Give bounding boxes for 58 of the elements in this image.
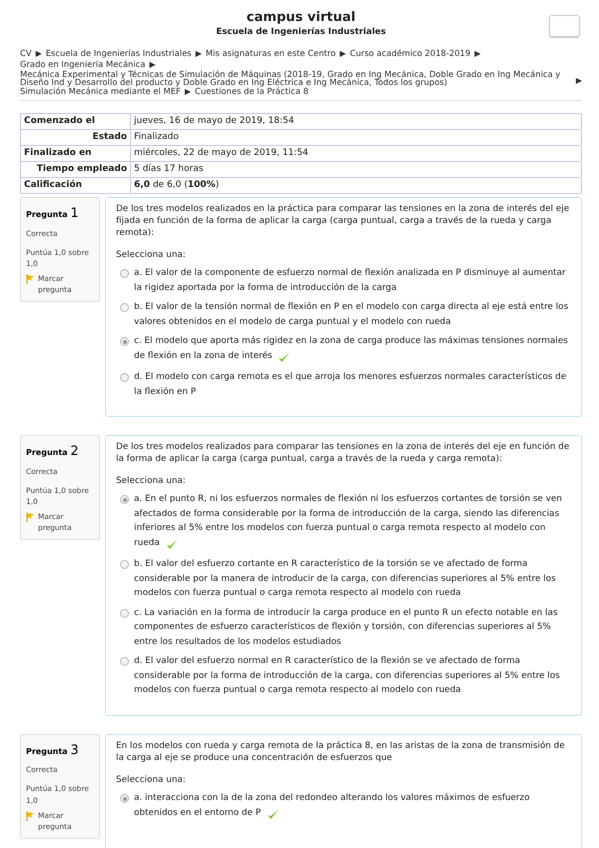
summary-label: Calificación	[20, 178, 130, 194]
breadcrumb-link[interactable]: Mecánica Experimental y Técnicas de Simulación de Máquinas (2018-19, Grado en Ing Mecánica, Doble Grado en Ing Mecánica y Diseño Ind y Desarrollo del producto y Doble Grado en Ing Eléctrica e Ing Mecánica, Todos los grupos)	[20, 70, 572, 86]
summary-label: Tiempo empleado	[20, 162, 130, 178]
answer-option[interactable]: b. El valor del esfuerzo cortante en R característico de la torsión se ve afectado de forma considerable por la manera de introducir de la carga, con diferencias superiores al 5% entre los modelos con fuerza puntual o carga remota respecto al modelo con rueda	[134, 557, 571, 601]
answer-prompt: Selecciona una:	[116, 774, 186, 785]
question-text: De los tres modelos realizados en la práctica para comparar las tensiones en la zona de interés del eje fijada en función de la forma de aplicar la carga (carga puntual, carga a través de la rueda y carga remota):	[116, 203, 570, 239]
breadcrumb-link[interactable]: Cuestiones de la Práctica 8	[194, 86, 308, 97]
summary-value: Finalizado	[130, 130, 582, 146]
answer-option[interactable]: d. El valor del esfuerzo normal en R característico de la flexión se ve afectado de forma considerable por la forma de introducción de la carga, con diferencias superiores al 5% entre los modelos con fuerza puntual o carga remota respecto al modelo con rueda	[134, 654, 571, 698]
summary-label: Finalizado en	[20, 146, 130, 162]
summary-value: miércoles, 22 de mayo de 2019, 11:54	[130, 146, 582, 162]
breadcrumb-separator: ▶	[36, 48, 42, 59]
radio-button[interactable]	[120, 608, 129, 618]
site-title: campus virtual	[246, 10, 356, 25]
breadcrumb-link[interactable]: Curso académico 2018-2019	[350, 48, 470, 59]
answer-option[interactable]: c. La variación en la forma de introducir la carga produce en el punto R un efecto notable en las componentes de esfuerzo característicos de flexión y torsión, con diferencias superiores al 5% entre los resultados de los modelos estudiados	[134, 606, 571, 650]
answer-option[interactable]: a. interacciona con la de la zona del redondeo alterando los valores máximos de esfuerzo obtenidos en el entorno de P	[134, 791, 571, 822]
question-text: En los modelos con rueda y carga remota de la práctica 8, en las aristas de la zona de transmisión de la carga al eje se produce una concentración de esfuerzos que	[116, 740, 566, 764]
answer-option[interactable]: b. El valor de la tensión normal de flexión en P en el modelo con carga directa al eje está entre los valores obtenidos en el modelo de carga puntual y el modelo con rueda	[134, 300, 571, 330]
question-number: Pregunta 3	[26, 742, 80, 760]
question-number: Pregunta 1	[26, 205, 80, 223]
answer-prompt: Selecciona una:	[116, 476, 186, 486]
radio-button[interactable]	[120, 657, 129, 666]
flag-icon[interactable]	[26, 272, 35, 284]
radio-button[interactable]	[120, 337, 129, 346]
answer-option[interactable]: a. En el punto R, ni los esfuerzos normales de flexión ni los esfuerzos cortantes de torsión se ven afectados de forma considerable por la forma de introducción de la carga, siendo las diferencias inferiores al 5% entre los modelos con fuerza puntual o carga remota respecto al modelo con rueda	[134, 492, 571, 552]
radio-button[interactable]	[120, 303, 129, 312]
breadcrumb-link[interactable]: Simulación Mecánica mediante el MEF	[20, 86, 181, 97]
radio-button[interactable]	[120, 269, 129, 278]
breadcrumb-separator: ▶	[340, 48, 346, 59]
header-button[interactable]	[549, 15, 580, 37]
site-subtitle: Escuela de Ingenierías Industriales	[216, 26, 386, 39]
summary-label: Comenzado el	[20, 114, 130, 130]
breadcrumb-separator: ▶	[195, 48, 202, 59]
answer-option[interactable]: d. El modelo con carga remota es el que arroja los menores esfuerzos normales característicos de la flexión en P	[134, 370, 571, 400]
radio-button[interactable]	[120, 495, 129, 504]
summary-value: 5 días 17 horas	[130, 162, 582, 178]
radio-button[interactable]	[120, 794, 129, 804]
summary-value: 6,0 de 6,0 (100%)	[130, 178, 582, 194]
flag-icon[interactable]	[26, 810, 35, 821]
breadcrumb-separator: ▶	[149, 59, 156, 70]
breadcrumb-separator: ▶	[576, 75, 582, 86]
breadcrumb-separator: ▶	[184, 86, 191, 97]
breadcrumb-link[interactable]: Mis asignaturas en este Centro	[206, 48, 336, 59]
radio-button[interactable]	[120, 373, 129, 382]
breadcrumb-link[interactable]: CV	[20, 48, 32, 59]
summary-value: jueves, 16 de mayo de 2019, 18:54	[130, 114, 582, 130]
breadcrumb-link[interactable]: Grado en Ingeniería Mecánica	[20, 59, 146, 70]
answer-option[interactable]: c. El modelo que aporta más rigidez en la zona de carga produce las máximas tensiones normales de flexión en la zona de interés	[134, 334, 571, 366]
answer-prompt: Selecciona una:	[116, 250, 186, 260]
question-number: Pregunta 2	[26, 443, 80, 462]
question-text: De los tres modelos realizados para comparar las tensiones en la zona de interés del eje en función de la forma de aplicar la carga (carga puntual, carga a través de la rueda y carga remota):	[116, 441, 570, 466]
breadcrumb-link[interactable]: Escuela de Ingenierías Industriales	[46, 48, 192, 59]
flag-icon[interactable]	[26, 511, 35, 522]
summary-label: Estado	[20, 130, 130, 146]
radio-button[interactable]	[120, 560, 129, 570]
breadcrumb-separator: ▶	[474, 48, 481, 59]
answer-option[interactable]: a. El valor de la componente de esfuerzo normal de flexión analizada en P disminuye al aumentar la rigidez aportada por la forma de introducción de la carga	[134, 266, 571, 296]
